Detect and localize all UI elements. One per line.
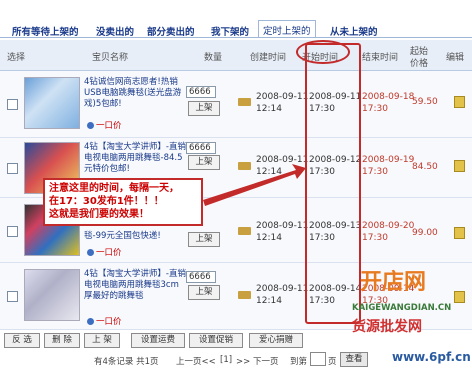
header-edit: 编辑 [446,53,465,63]
fixed-price-icon [87,318,94,325]
delete-button[interactable]: 删 除 [44,333,80,348]
table-header: 选择 宝贝名称 数量 创建时间 开始时间 结束时间 起始 价格 编辑 [0,40,472,71]
highlight-circle [296,40,350,64]
header-name[interactable]: 宝贝名称 [92,50,128,63]
fixed-price-label: 一口价 [96,248,122,258]
tab-partially-sold[interactable]: 部分卖出的 [147,24,195,38]
shipping-truck-icon [238,291,251,299]
created-time: 12:14 [256,167,282,177]
tab-scheduled-listing[interactable]: 定时上架的 [258,20,316,37]
highlight-rectangle [305,43,361,324]
list-now-button[interactable]: 上架 [188,232,220,247]
status-tabs: 所有等待上架的 没卖出的 部分卖出的 我下架的 定时上架的 从未上架的 [0,0,472,40]
end-date: 2008-09-18 [362,92,415,102]
prev-page-link[interactable]: 上一页<< [176,355,216,367]
end-date: 2008-09-20 [362,221,415,231]
shipping-truck-icon [238,98,251,106]
created-date: 2008-09-11 [256,221,309,231]
product-title[interactable]: 4钻【淘宝大学讲师】-直销电视电脑两用跳舞毯-84.5元特价包邮! [84,142,186,175]
created-time: 12:14 [256,104,282,114]
row-checkbox[interactable] [7,226,18,237]
table-row: 4钻诚信网商志愿者!热销USB电脑跳舞毯(送光盘游戏)5包邮! 6666 上架 … [0,71,472,138]
fixed-price-label: 一口价 [96,121,122,131]
watermark-tagline: 货源批发网 [352,319,422,335]
header-start-price-2: 价格 [410,59,429,69]
header-end[interactable]: 结束时间 [362,50,398,63]
start-price: 59.50 [412,97,438,107]
fixed-price-label: 一口价 [96,317,122,327]
watermark-url: KAIGEWANGDIAN.CN [352,303,452,313]
row-checkbox[interactable] [7,163,18,174]
end-time: 17:30 [362,104,388,114]
product-title[interactable]: 毯-99元全国包快递! [84,231,186,242]
quantity-field[interactable]: 6666 [186,271,216,283]
created-date: 2008-09-11 [256,155,309,165]
next-page-link[interactable]: >> 下一页 [236,355,278,367]
row-checkbox[interactable] [7,291,18,302]
page-number-input[interactable] [310,352,326,366]
list-now-button[interactable]: 上架 [188,155,220,170]
tab-divider [0,37,472,38]
product-thumbnail[interactable] [24,269,80,321]
list-now-button[interactable]: 上架 [188,285,220,300]
watermark-site: www.6pf.cn [392,350,471,364]
goto-label: 到第 [290,357,308,367]
tab-all-waiting[interactable]: 所有等待上架的 [12,24,79,38]
row-checkbox[interactable] [7,99,18,110]
go-button[interactable]: 查看 [340,352,368,367]
edit-icon[interactable] [454,227,465,239]
watermark-logo: 开店网 [360,270,427,295]
header-created[interactable]: 创建时间 [250,50,286,63]
annotation-callout: 注意这里的时间，每隔一天， 在17：30发布1件！！！ 这就是我们要的效果！ [43,178,203,226]
header-select: 选择 [7,53,26,63]
tab-unsold[interactable]: 没卖出的 [96,24,134,38]
start-price: 99.00 [412,228,438,238]
tab-delisted-by-me[interactable]: 我下架的 [211,24,249,38]
shipping-truck-icon [238,162,251,170]
created-date: 2008-09-11 [256,92,309,102]
page-label: 页 [328,357,337,367]
invert-selection-button[interactable]: 反 选 [4,333,40,348]
list-now-button[interactable]: 上架 [188,101,220,116]
end-time: 17:30 [362,167,388,177]
edit-icon[interactable] [454,291,465,303]
created-date: 2008-09-11 [256,284,309,294]
set-shipping-button[interactable]: 设置运费 [131,333,185,348]
created-time: 12:14 [256,296,282,306]
charity-donation-button[interactable]: 爱心捐赠 [249,333,303,348]
annotation-line-2: 在17：30发布1件！！！ [49,196,164,207]
edit-icon[interactable] [454,160,465,172]
edit-icon[interactable] [454,96,465,108]
set-promotion-button[interactable]: 设置促销 [189,333,243,348]
product-title[interactable]: 4钻【淘宝大学讲师】-直销电视电脑两用跳舞毯3cm厚最好的跳舞毯 [84,269,186,302]
list-button[interactable]: 上 架 [84,333,120,348]
product-thumbnail[interactable] [24,77,80,129]
shipping-truck-icon [238,227,251,235]
current-page: [1] [220,355,233,365]
record-summary: 有4条记录 共1页 [94,357,159,367]
header-qty[interactable]: 数量 [204,50,222,63]
quantity-field[interactable]: 6666 [186,142,216,154]
fixed-price-icon [87,249,94,256]
start-price: 84.50 [412,162,438,172]
tab-never-listed[interactable]: 从未上架的 [330,24,378,38]
annotation-line-1: 注意这里的时间，每隔一天， [49,183,179,194]
annotation-line-3: 这就是我们要的效果！ [49,209,149,220]
end-time: 17:30 [362,233,388,243]
fixed-price-icon [87,122,94,129]
product-title[interactable]: 4钻诚信网商志愿者!热销USB电脑跳舞毯(送光盘游戏)5包邮! [84,77,186,110]
end-date: 2008-09-19 [362,155,415,165]
created-time: 12:14 [256,233,282,243]
quantity-field[interactable]: 6666 [186,86,216,98]
